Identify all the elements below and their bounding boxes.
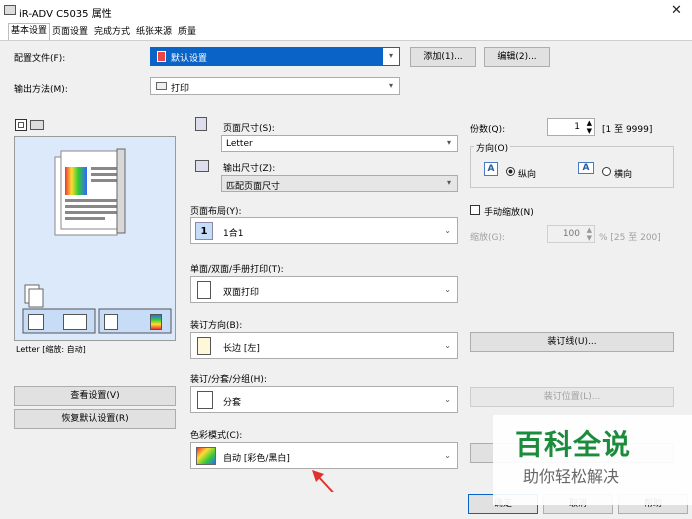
page-size-icon	[195, 117, 207, 131]
gutter-button[interactable]: 装订线(U)...	[470, 332, 674, 352]
chevron-down-icon: ⌄	[444, 451, 451, 460]
preview-caption: Letter [缩放: 自动]	[16, 345, 86, 354]
page-layout-label: 页面布局(Y):	[190, 207, 242, 217]
binding-label: 装订方向(B):	[190, 321, 243, 331]
finishing-select[interactable]: 分套 ⌄	[190, 386, 458, 413]
copies-label: 份数(Q):	[470, 125, 506, 135]
edit-config-button[interactable]: 编辑(2)...	[484, 47, 550, 67]
page-size-value: Letter	[226, 139, 253, 149]
duplex-value: 双面打印	[223, 288, 260, 298]
config-file-select[interactable]: 默认设置 ▾	[150, 47, 400, 66]
chevron-down-icon: ▾	[388, 51, 393, 60]
output-size-label: 输出尺寸(Z):	[223, 164, 276, 174]
profile-icon	[157, 51, 166, 62]
landscape-label: 横向	[614, 170, 633, 180]
collate-icon	[197, 391, 213, 409]
printer-icon	[4, 5, 16, 15]
color-mode-icon	[196, 447, 216, 465]
window-title: iR-ADV C5035 属性	[19, 9, 112, 20]
printer-view-icon[interactable]	[30, 120, 44, 130]
chevron-down-icon: ⌄	[444, 395, 451, 404]
copies-range: [1 至 9999]	[602, 125, 653, 135]
tab-paper-source[interactable]: 纸张来源	[134, 25, 174, 41]
manual-scale-checkbox[interactable]	[470, 205, 480, 215]
duplex-layout-icon[interactable]	[28, 314, 44, 330]
output-method-label: 输出方法(M):	[14, 85, 68, 95]
chevron-down-icon: ▾	[446, 178, 451, 187]
page-size-label: 页面尺寸(S):	[223, 124, 275, 134]
portrait-radio[interactable]	[506, 167, 515, 176]
output-size-select[interactable]: 匹配页面尺寸 ▾	[221, 175, 458, 192]
finishing-value: 分套	[223, 398, 242, 408]
page-size-select[interactable]: Letter ▾	[221, 135, 458, 152]
config-file-value: 默认设置	[171, 54, 208, 64]
view-settings-button[interactable]: 查看设置(V)	[14, 386, 176, 406]
duplex-select[interactable]: 双面打印 ⌄	[190, 276, 458, 303]
orientation-label: 方向(O)	[474, 141, 511, 154]
restore-default-button[interactable]: 恢复默认设置(R)	[14, 409, 176, 429]
watermark-title: 百科全说	[515, 428, 632, 461]
print-preview	[14, 136, 176, 341]
binding-select[interactable]: 长边 [左] ⌄	[190, 332, 458, 359]
staple-position-button[interactable]: 装订位置(L)...	[470, 387, 674, 407]
scaling-input[interactable]: 100 ▲ ▼	[547, 225, 595, 243]
binding-page-icon	[197, 337, 211, 355]
layout-badge: 1	[195, 222, 213, 240]
output-size-icon	[195, 160, 209, 172]
chevron-down-icon: ⌄	[444, 226, 451, 235]
spinner-icon[interactable]: ▲ ▼	[587, 119, 592, 135]
tab-quality[interactable]: 质量	[176, 25, 198, 41]
close-icon[interactable]: ✕	[671, 3, 682, 18]
binding-value: 长边 [左]	[223, 344, 260, 354]
duplex-page-icon	[197, 281, 211, 299]
output-method-value: 打印	[171, 84, 190, 94]
output-size-value: 匹配页面尺寸	[226, 182, 281, 192]
color-gradient-icon[interactable]	[150, 314, 162, 330]
preview-graphic	[22, 148, 172, 334]
booklet-layout-icon[interactable]	[63, 314, 87, 330]
color-mode-value: 自动 [彩色/黑白]	[223, 454, 290, 464]
landscape-icon: A	[578, 162, 594, 174]
color-layout-icon[interactable]	[104, 314, 118, 330]
watermark-subtitle: 助你轻松解决	[523, 467, 620, 486]
page-layout-select[interactable]: 1 1合1 ⌄	[190, 217, 458, 244]
add-config-button[interactable]: 添加(1)...	[410, 47, 476, 67]
scaling-range: % [25 至 200]	[599, 233, 661, 243]
landscape-radio[interactable]	[602, 167, 611, 176]
title-bar: iR-ADV C5035 属性 ✕	[0, 0, 692, 22]
tab-page-setup[interactable]: 页面设置	[50, 25, 90, 41]
color-mode-select[interactable]: 自动 [彩色/黑白] ⌄	[190, 442, 458, 469]
tab-bar: 基本设置 页面设置 完成方式 纸张来源 质量	[0, 22, 692, 42]
finishing-label: 装订/分套/分组(H):	[190, 375, 267, 385]
spinner-icon[interactable]: ▲ ▼	[587, 226, 592, 242]
single-page-view-icon[interactable]	[15, 119, 27, 131]
chevron-down-icon: ▾	[446, 138, 451, 147]
copies-input[interactable]: 1 ▲ ▼	[547, 118, 595, 136]
chevron-down-icon: ▾	[388, 81, 393, 90]
output-method-select[interactable]: 打印 ▾	[150, 77, 400, 95]
chevron-down-icon: ⌄	[444, 341, 451, 350]
portrait-label: 纵向	[518, 170, 537, 180]
color-mode-label: 色彩模式(C):	[190, 431, 243, 441]
duplex-label: 单面/双面/手册打印(T):	[190, 265, 284, 275]
scaling-value: 100	[562, 229, 580, 239]
manual-scale-label: 手动缩放(N)	[484, 208, 534, 218]
copies-value: 1	[574, 122, 580, 132]
printer-icon	[156, 82, 167, 90]
chevron-down-icon: ⌄	[444, 285, 451, 294]
config-file-label: 配置文件(F):	[14, 54, 66, 64]
page-layout-value: 1合1	[223, 229, 244, 239]
tab-finishing[interactable]: 完成方式	[92, 25, 132, 41]
scaling-label: 缩放(G):	[470, 233, 506, 243]
portrait-icon: A	[484, 162, 498, 176]
watermark: 百科全说 助你轻松解决	[493, 415, 692, 505]
